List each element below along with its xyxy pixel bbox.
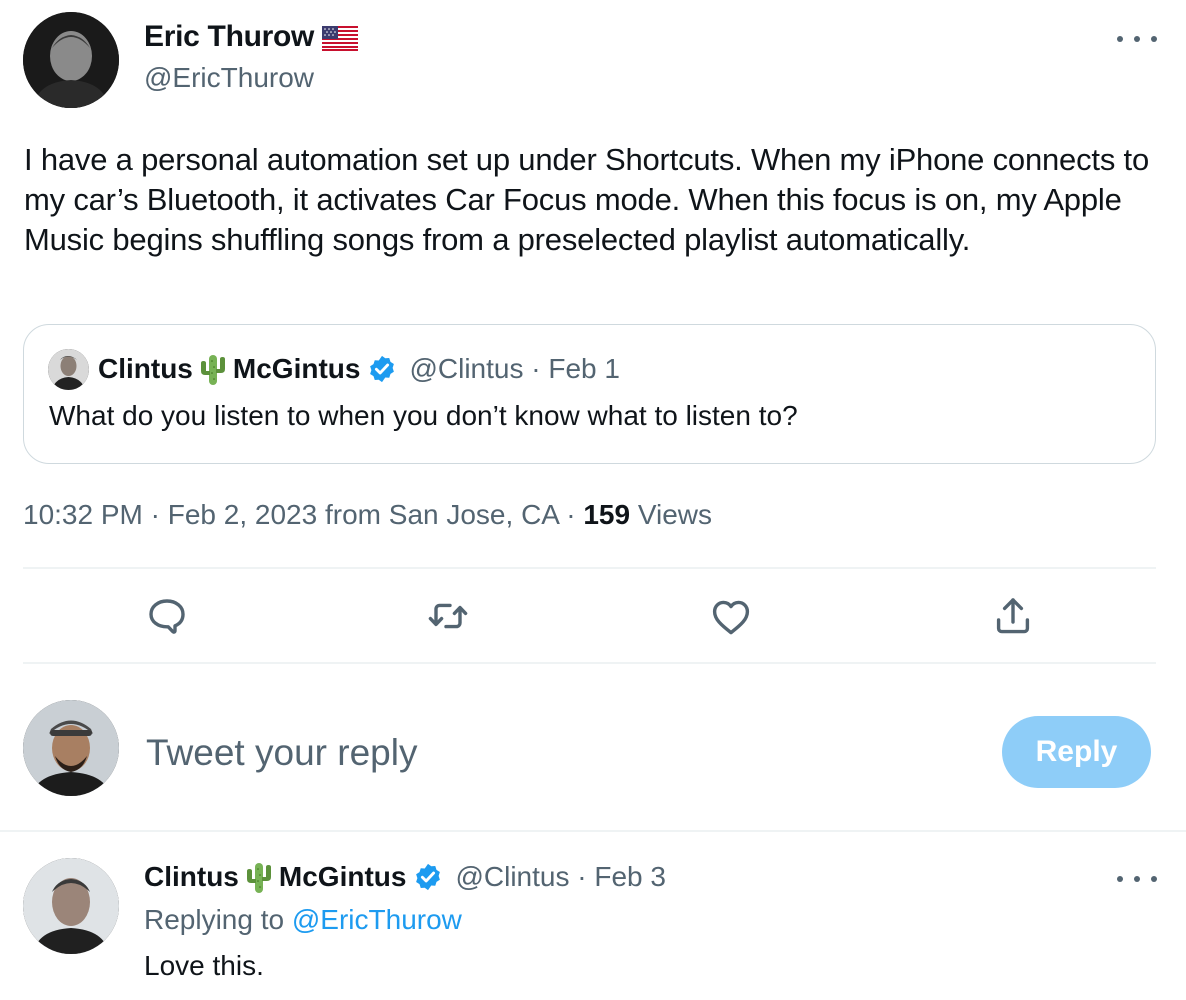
reply-header: Clintus McGintus @Clintus · Feb 3: [144, 859, 666, 895]
reply-author-handle[interactable]: @Clintus: [455, 861, 569, 893]
cactus-icon: [246, 863, 271, 893]
quoted-tweet-header: Clintus McGintus @Clintus · Feb 1: [98, 351, 620, 387]
divider: [23, 662, 1156, 664]
separator-dot: ·: [558, 499, 584, 530]
tweet-time[interactable]: 10:32 PM: [23, 499, 143, 530]
share-icon[interactable]: [989, 592, 1037, 640]
author-name[interactable]: Eric Thurow: [144, 20, 314, 54]
reply-author-name-first[interactable]: Clintus: [144, 861, 239, 893]
reply-author-name-last[interactable]: McGintus: [279, 861, 407, 893]
separator-dot: ·: [569, 861, 595, 892]
replying-to-handle[interactable]: @EricThurow: [292, 904, 462, 935]
cactus-icon: [200, 355, 225, 385]
author-avatar[interactable]: [23, 12, 119, 108]
separator-dot: ·: [523, 353, 549, 384]
tweet-date[interactable]: Feb 2, 2023: [168, 499, 317, 530]
replying-to: Replying to @EricThurow: [144, 904, 462, 936]
quoted-author-handle: @Clintus: [409, 353, 524, 384]
reply-input[interactable]: [146, 725, 966, 781]
quoted-author-avatar: [48, 349, 89, 390]
like-icon[interactable]: [707, 592, 755, 640]
divider: [23, 567, 1156, 569]
views-label[interactable]: Views: [638, 499, 712, 530]
reply-button[interactable]: Reply: [1002, 716, 1151, 788]
tweet-meta: 10:32 PM · Feb 2, 2023 from San Jose, CA…: [23, 499, 712, 531]
reply-date[interactable]: Feb 3: [594, 861, 666, 893]
quoted-tweet-text: What do you listen to when you don’t kno…: [49, 400, 798, 431]
verified-badge-icon: [416, 863, 441, 891]
quoted-author-name-last: McGintus: [232, 353, 361, 384]
verified-badge-icon: [370, 355, 395, 383]
quoted-tweet-date: Feb 1: [548, 353, 620, 384]
reply-icon[interactable]: [143, 592, 191, 640]
author-handle[interactable]: @EricThurow: [144, 62, 314, 94]
reply-text: Love this.: [144, 950, 264, 981]
retweet-icon[interactable]: [424, 592, 472, 640]
quoted-tweet[interactable]: Clintus McGintus @Clintus · Feb 1 What d…: [23, 324, 1156, 464]
reply-author-avatar[interactable]: [23, 858, 119, 954]
current-user-avatar[interactable]: [23, 700, 119, 796]
tweet-text: I have a personal automation set up unde…: [24, 142, 1149, 257]
tweet-location: from San Jose, CA: [324, 499, 559, 530]
divider: [0, 830, 1186, 832]
quoted-author-name-first: Clintus: [98, 353, 193, 384]
more-options-icon[interactable]: [1117, 32, 1157, 46]
more-options-icon[interactable]: [1117, 872, 1157, 886]
replying-to-label: Replying to: [144, 904, 285, 935]
views-count[interactable]: 159: [583, 499, 630, 530]
us-flag-icon: [322, 26, 358, 51]
separator-dot: ·: [142, 499, 168, 530]
